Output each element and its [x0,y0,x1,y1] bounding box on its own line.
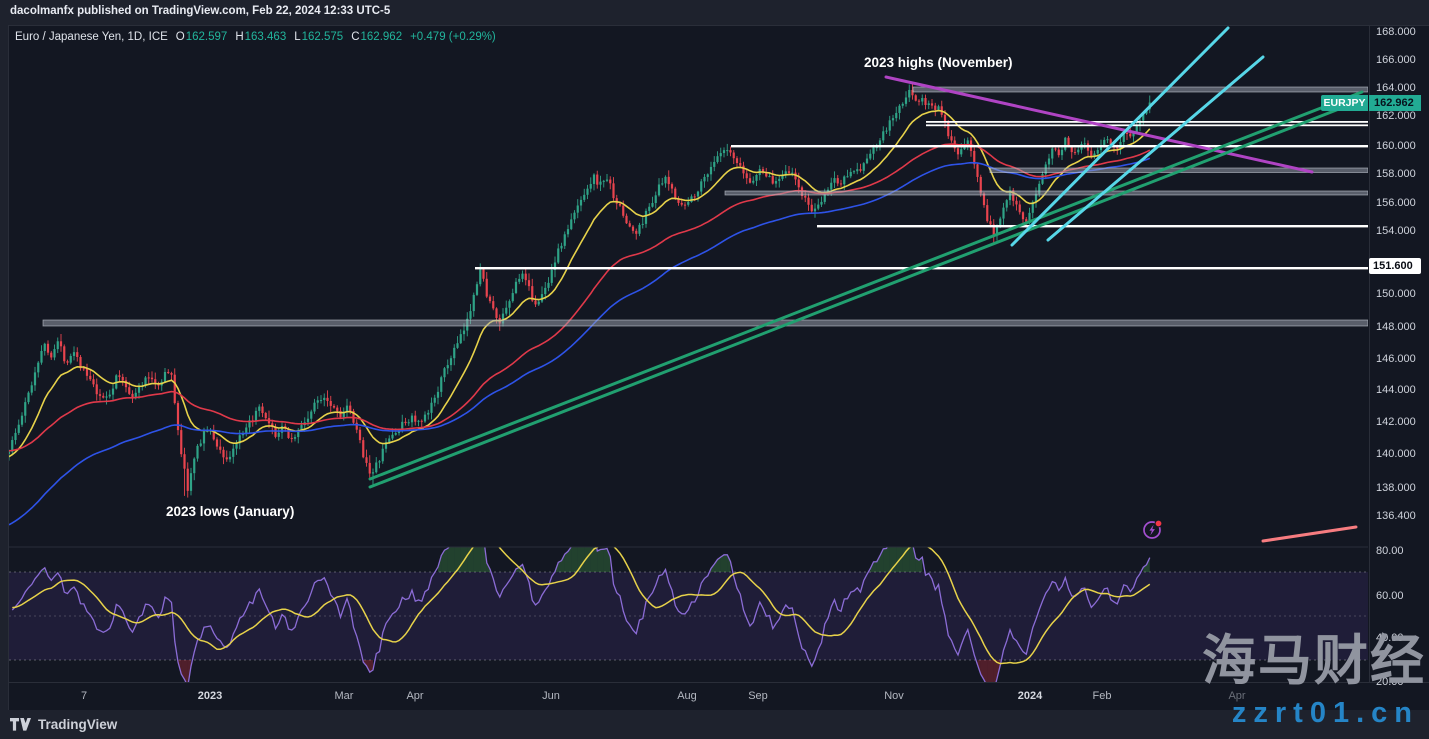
ohlc-high: H163.463 [235,31,286,43]
time-tick-label: Apr [406,690,423,702]
ohlc-low: L162.575 [294,31,343,43]
publish-info-bar: dacolmanfx published on TradingView.com,… [0,0,1429,24]
publish-info-text: dacolmanfx published on TradingView.com,… [10,5,390,17]
price-tick-label: 156.000 [1376,196,1416,210]
rsi-panel [9,521,1368,682]
time-tick-label: Jun [542,690,560,702]
published-chart-page: dacolmanfx published on TradingView.com,… [0,0,1429,739]
price-tick-label: 60.00 [1376,589,1404,603]
symbol-legend: Euro / Japanese Yen, 1D, ICE O162.597 H1… [15,31,496,43]
price-tick-label: 146.000 [1376,352,1416,366]
price-tick-label: 162.000 [1376,109,1416,123]
price-tick-label: 160.000 [1376,139,1416,153]
price-tick-label: 150.000 [1376,287,1416,301]
ascending-channel-upper-green [370,92,1362,479]
steep-support-cyan-2 [1048,57,1263,240]
symbol-title: Euro / Japanese Yen, 1D, ICE [15,31,168,43]
last-price-badge-value: 162.962 [1369,95,1421,111]
level-price-label: 151.600 [1369,258,1421,274]
price-tick-label: 158.000 [1376,167,1416,181]
price-tick-label: 164.000 [1376,81,1416,95]
time-tick-label: Sep [748,690,768,702]
price-axis[interactable]: 168.000 166.000 164.000 162.000 160.000 158.0… [1369,26,1429,682]
price-tick-label: 142.000 [1376,415,1416,429]
annotation-2023-lows: 2023 lows (January) [166,504,294,519]
projection-pink [1263,527,1356,541]
ascending-channel-lower-green [370,100,1362,487]
drawings-layer [43,28,1368,541]
price-tick-label: 168.000 [1376,25,1416,39]
ohlc-open: O162.597 [176,31,228,43]
price-tick-label: 80.00 [1376,544,1404,558]
time-tick-label: 2023 [198,690,222,702]
watermark-url: zzrt01.cn [1232,699,1419,728]
price-tick-label: 144.000 [1376,383,1416,397]
time-tick-label: Feb [1093,690,1112,702]
steep-support-cyan-1 [1012,28,1228,245]
tradingview-brand[interactable]: TradingView [38,717,117,732]
slow-ma-blue [9,158,1150,525]
time-tick-label: Aug [677,690,697,702]
time-tick-label: Nov [884,690,904,702]
price-tick-label: 140.000 [1376,447,1416,461]
last-price-badge-symbol: EURJPY [1321,95,1368,111]
tradingview-logo-icon [10,718,31,731]
price-tick-label: 154.000 [1376,224,1416,238]
watermark-cn: 海马财经 [1202,634,1426,688]
flash-idea-icon[interactable] [1141,518,1165,542]
ohlc-close: C162.962 [351,31,402,43]
annotation-2023-highs: 2023 highs (November) [864,55,1013,70]
price-tick-label: 166.000 [1376,53,1416,67]
price-tick-label: 136.400 [1376,509,1416,523]
price-tick-label: 148.000 [1376,320,1416,334]
footer-bar: TradingView [0,710,1429,739]
price-tick-label: 138.000 [1376,481,1416,495]
time-tick-label: 7 [81,690,87,702]
lightning-circle-icon [1141,518,1165,542]
time-tick-label: Mar [335,690,354,702]
change-text: +0.479 (+0.29%) [410,31,496,43]
chart-canvas[interactable] [0,26,1369,682]
time-tick-label: 2024 [1018,690,1042,702]
